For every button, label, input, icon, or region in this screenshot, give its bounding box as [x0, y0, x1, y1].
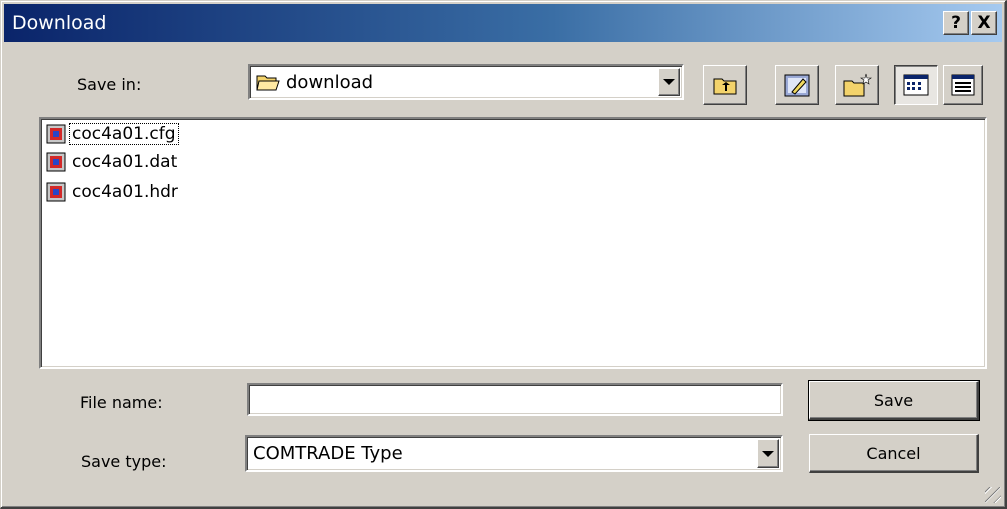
save-type-value: COMTRADE Type — [253, 443, 403, 464]
desktop-button[interactable] — [775, 65, 819, 105]
list-item[interactable]: coc4a01.dat — [45, 149, 179, 175]
resize-grip[interactable] — [985, 487, 1001, 503]
file-icon — [46, 124, 66, 144]
list-item[interactable]: coc4a01.hdr — [45, 179, 180, 205]
folder-icon — [256, 75, 280, 91]
save-type-label: Save type: — [81, 452, 167, 471]
details-view-button[interactable] — [943, 65, 983, 105]
save-type-dropdown-arrow[interactable] — [757, 439, 779, 468]
new-folder-button[interactable] — [835, 65, 879, 105]
save-in-label: Save in: — [77, 75, 142, 94]
save-in-value: download — [286, 71, 374, 93]
file-icon — [46, 182, 66, 202]
save-button[interactable]: Save — [808, 380, 980, 421]
save-in-dropdown[interactable]: download — [248, 64, 684, 100]
details-view-icon — [951, 74, 975, 96]
help-button[interactable]: ? — [943, 11, 969, 35]
save-dialog: Download ? X Save in: download coc4a01.c… — [0, 0, 1007, 509]
list-view-icon — [903, 74, 929, 96]
chevron-down-icon — [762, 450, 774, 457]
file-name: coc4a01.dat — [72, 152, 178, 172]
file-icon — [46, 152, 66, 172]
file-name-label: File name: — [80, 393, 163, 412]
file-name-input[interactable] — [247, 383, 783, 416]
up-one-level-button[interactable] — [703, 65, 747, 105]
help-icon: ? — [951, 13, 961, 33]
list-view-button[interactable] — [894, 65, 938, 105]
title-bar[interactable]: Download ? X — [4, 4, 1002, 42]
new-folder-icon — [843, 73, 872, 97]
close-button[interactable]: X — [971, 11, 997, 35]
file-name: coc4a01.cfg — [69, 123, 179, 145]
cancel-button[interactable]: Cancel — [809, 434, 979, 473]
chevron-down-icon — [663, 79, 675, 85]
desktop-icon — [784, 74, 810, 97]
list-item[interactable]: coc4a01.cfg — [45, 121, 179, 147]
close-icon: X — [977, 13, 991, 33]
save-in-dropdown-arrow[interactable] — [658, 68, 680, 96]
file-list[interactable]: coc4a01.cfg coc4a01.dat coc4a01.hdr — [39, 117, 987, 369]
file-name: coc4a01.hdr — [72, 182, 178, 202]
save-type-dropdown[interactable]: COMTRADE Type — [245, 435, 783, 472]
folder-up-icon — [713, 78, 737, 95]
window-title: Download — [12, 12, 107, 34]
